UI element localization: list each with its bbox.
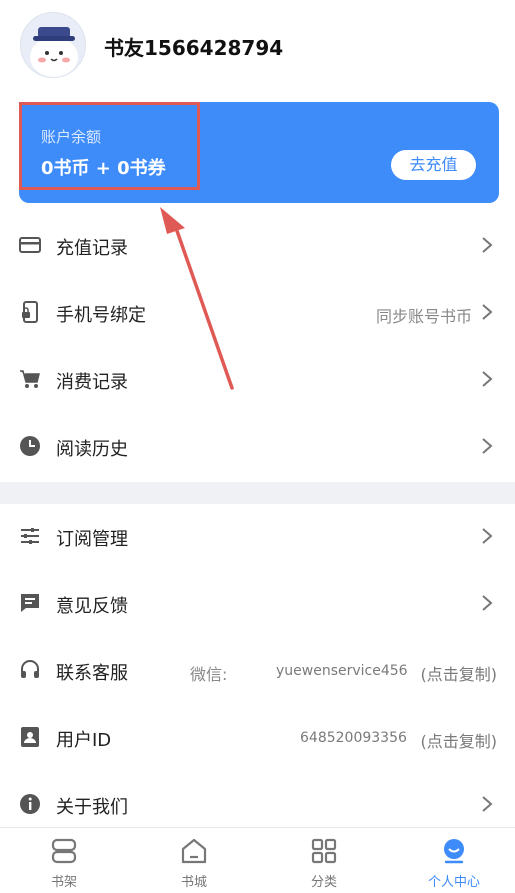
- info-icon: [20, 794, 40, 814]
- bottom-tab-bar: 书架 书城 分类 个人中心: [0, 827, 515, 893]
- tab-profile[interactable]: 个人中心: [390, 828, 515, 893]
- chevron-right-icon: [482, 438, 493, 454]
- menu-label: 关于我们: [56, 797, 128, 818]
- profile-page: 书友1566428794 账户余额 0书币 + 0书券 去充值 充值记录 手机号…: [0, 0, 515, 893]
- menu-label: 充值记录: [56, 238, 128, 259]
- cart-icon: [20, 370, 40, 388]
- menu-label: 消费记录: [56, 372, 128, 393]
- tab-category[interactable]: 分类: [260, 828, 388, 893]
- menu-label: 联系客服: [56, 663, 128, 684]
- menu-label: 订阅管理: [56, 529, 128, 550]
- feedback-icon: [21, 594, 39, 612]
- tab-label: 书架: [50, 875, 77, 890]
- menu-item-subscription[interactable]: 订阅管理: [0, 504, 515, 570]
- profile-face-icon: [444, 839, 464, 864]
- headset-icon: [21, 660, 39, 678]
- chevron-right-icon: [482, 371, 493, 387]
- phone-lock-icon: [22, 301, 38, 323]
- menu-label: 意见反馈: [56, 596, 128, 617]
- menu-label: 阅读历史: [56, 439, 128, 460]
- home-icon: [181, 838, 207, 864]
- menu-label: 手机号绑定: [56, 305, 146, 326]
- wechat-label: 微信:: [190, 665, 228, 684]
- balance-card[interactable]: 账户余额 0书币 + 0书券 去充值: [19, 102, 499, 203]
- menu-label: 用户ID: [56, 730, 112, 751]
- tab-label: 书城: [180, 875, 207, 890]
- tab-label: 分类: [310, 875, 337, 890]
- chevron-right-icon: [482, 304, 493, 320]
- chevron-right-icon: [482, 796, 493, 812]
- username: 书友1566428794: [104, 36, 284, 60]
- sliders-icon: [21, 528, 39, 544]
- section-divider: [0, 482, 515, 504]
- recharge-button[interactable]: 去充值: [391, 150, 476, 180]
- menu-item-feedback[interactable]: 意见反馈: [0, 571, 515, 637]
- copy-hint[interactable]: (点击复制): [421, 728, 498, 752]
- menu-item-read-history[interactable]: 阅读历史: [0, 414, 515, 480]
- chevron-right-icon: [482, 528, 493, 544]
- profile-header[interactable]: 书友1566428794: [0, 0, 515, 92]
- avatar[interactable]: [20, 12, 86, 78]
- menu-item-consume-record[interactable]: 消费记录: [0, 347, 515, 413]
- clock-icon: [20, 436, 40, 456]
- id-card-icon: [21, 727, 39, 747]
- balance-value: 0书币 + 0书券: [41, 158, 166, 179]
- bookshelf-icon: [51, 838, 77, 864]
- tab-label: 个人中心: [427, 875, 480, 890]
- wechat-id[interactable]: yuewenservice456: [276, 663, 408, 679]
- card-icon: [19, 237, 41, 253]
- user-id-value[interactable]: 648520093356: [300, 730, 407, 746]
- chevron-right-icon: [482, 595, 493, 611]
- phone-bind-hint: 同步账号书币: [375, 307, 472, 326]
- tab-bookstore[interactable]: 书城: [130, 828, 258, 893]
- menu-item-recharge-record[interactable]: 充值记录: [0, 213, 515, 279]
- grid-icon: [311, 838, 337, 864]
- menu-item-user-id[interactable]: 用户ID 648520093356 (点击复制): [0, 705, 515, 771]
- copy-hint[interactable]: (点击复制): [421, 661, 498, 685]
- tab-bookshelf[interactable]: 书架: [0, 828, 128, 893]
- chevron-right-icon: [482, 237, 493, 253]
- menu-item-phone-bind[interactable]: 手机号绑定 同步账号书币: [0, 280, 515, 346]
- balance-label: 账户余额: [41, 128, 102, 146]
- menu-item-contact[interactable]: 联系客服 微信: yuewenservice456 (点击复制): [0, 638, 515, 704]
